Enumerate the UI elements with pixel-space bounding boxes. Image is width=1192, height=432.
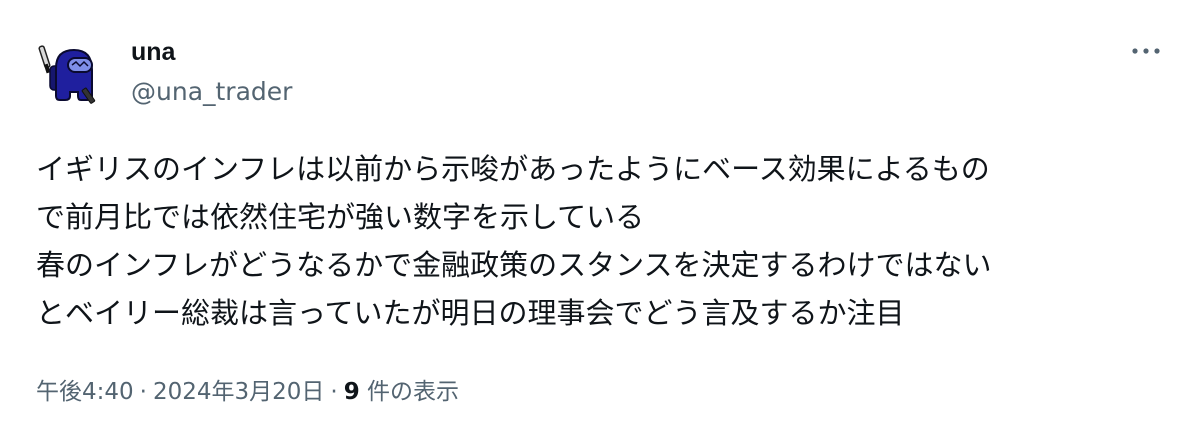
meta-separator: · [139,379,147,405]
views-label: 件の表示 [359,379,460,405]
tweet-meta: 午後4:40 · 2024年3月20日 · 9 件の表示 [36,374,459,410]
tweet-text-line: イギリスのインフレは以前から示唆があったようにベース効果によるもの [36,152,990,186]
display-name[interactable]: una [131,36,292,68]
more-horizontal-icon [1132,48,1160,54]
user-handle[interactable]: @una_trader [131,76,292,108]
more-options-button[interactable] [1124,34,1168,68]
post-date: 2024年3月20日 [152,379,325,405]
tweet-text-line: とベイリー総裁は言っていたが明日の理事会でどう言及するか注目 [36,296,905,330]
avatar[interactable] [36,38,108,110]
meta-separator: · [330,379,338,405]
tweet-text-line: で前月比では依然住宅が強い数字を示している [36,200,645,234]
post-time: 午後4:40 [36,379,134,405]
crewmate-avatar-icon [38,45,96,104]
timestamp-link[interactable]: 午後4:40 · 2024年3月20日 [36,379,324,405]
tweet-text: イギリスのインフレは以前から示唆があったようにベース効果によるもの で前月比では… [36,145,1176,337]
tweet-card: una @una_trader イギリスのインフレは以前から示唆があったようにベ… [0,0,1192,432]
author-block: una @una_trader [131,36,292,108]
tweet-text-line: 春のインフレがどうなるかで金融政策のスタンスを決定するわけではない [36,248,992,282]
views-count: 9 [343,379,360,405]
